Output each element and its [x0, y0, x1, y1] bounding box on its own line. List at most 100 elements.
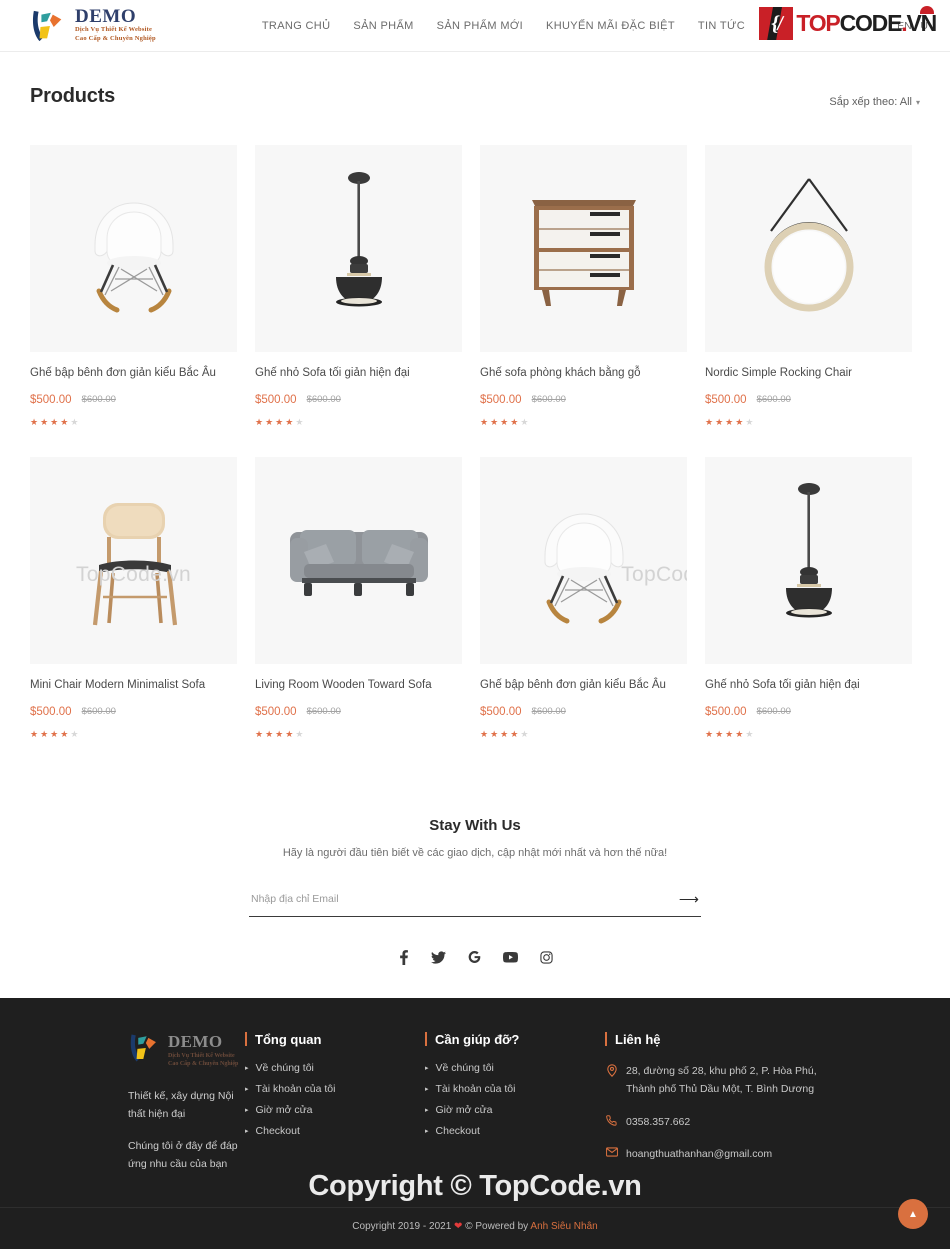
product-old-price: $600.00 — [81, 394, 116, 406]
topcode-word-top: TOP — [796, 10, 840, 36]
product-title[interactable]: Ghế sofa phòng khách bằng gỗ — [480, 366, 687, 381]
topcode-badge-icon: {/ — [759, 7, 794, 40]
product-title[interactable]: Mini Chair Modern Minimalist Sofa — [30, 678, 237, 693]
footer-help-item[interactable]: ▸ Giờ mở cửa — [425, 1104, 605, 1116]
contact-address-text: 28, đường số 28, khu phố 2, P. Hòa Phú, … — [626, 1064, 817, 1096]
facebook-icon[interactable] — [398, 949, 409, 965]
newsletter-subtitle: Hãy là người đầu tiên biết về các giao d… — [282, 846, 668, 859]
contact-phone[interactable]: 0358.357.662 — [605, 1113, 820, 1131]
product-card[interactable]: Living Room Wooden Toward Sofa $500.00 $… — [255, 456, 462, 739]
nav-item-news[interactable]: TIN TỨC — [698, 20, 745, 32]
footer-help-item-label: Checkout — [435, 1124, 480, 1137]
rating-star: ★ — [705, 728, 714, 739]
footer-logo[interactable]: DEMO Dịch Vụ Thiết Kế Website Cao Cấp & … — [128, 1032, 245, 1069]
heart-icon: ❤ — [454, 1221, 463, 1233]
page-title: Products — [30, 85, 116, 107]
nav-item-new-products[interactable]: SẢN PHẨM MỚI — [437, 20, 523, 32]
rating-star: ★ — [705, 416, 714, 427]
nav-item-products[interactable]: SẢN PHẨM — [353, 20, 413, 32]
product-image[interactable] — [480, 145, 687, 352]
product-card[interactable]: Nordic Simple Rocking Chair $500.00 $600… — [705, 145, 912, 427]
copyright-author-link[interactable]: Anh Siêu Nhân — [530, 1221, 597, 1232]
product-price: $500.00 — [30, 393, 72, 406]
product-title[interactable]: Ghế bập bênh đơn giản kiểu Bắc Âu — [30, 366, 237, 381]
product-title[interactable]: Ghế bập bênh đơn giản kiểu Bắc Âu — [480, 678, 687, 693]
product-title[interactable]: Nordic Simple Rocking Chair — [705, 366, 912, 381]
footer-overview-title: Tổng quan — [245, 1032, 425, 1047]
footer-overview-title-text: Tổng quan — [255, 1031, 322, 1047]
footer-overview-item[interactable]: ▸ Về chúng tôi — [245, 1062, 425, 1074]
email-input[interactable] — [249, 888, 677, 909]
footer-overview-item[interactable]: ▸ Checkout — [245, 1125, 425, 1137]
product-card[interactable]: Ghế sofa phòng khách bằng gỗ $500.00 $60… — [480, 145, 687, 427]
sort-dropdown[interactable]: Sắp xếp theo: All ▾ — [829, 96, 920, 108]
product-price-row: $500.00 $600.00 — [255, 706, 462, 718]
product-image[interactable] — [30, 145, 237, 352]
product-price: $500.00 — [255, 393, 297, 406]
product-card[interactable]: TopCode.vn Ghế bập bênh đơn giản kiểu Bắ… — [480, 456, 687, 739]
rating-star: ★ — [715, 728, 724, 739]
location-pin-icon — [605, 1062, 618, 1099]
footer-help-item-label: Về chúng tôi — [435, 1061, 494, 1074]
caret-right-icon: ▸ — [425, 1106, 429, 1114]
product-image[interactable] — [705, 145, 912, 352]
product-title[interactable]: Ghế nhỏ Sofa tối giản hiện đại — [255, 366, 462, 381]
footer-help-item[interactable]: ▸ Checkout — [425, 1125, 605, 1137]
product-title[interactable]: Ghế nhỏ Sofa tối giản hiện đại — [705, 678, 912, 693]
product-price-row: $500.00 $600.00 — [705, 394, 912, 406]
product-old-price: $600.00 — [306, 394, 341, 406]
product-rating: ★ ★ ★ ★ ★ — [705, 416, 912, 427]
product-price: $500.00 — [480, 705, 522, 718]
footer-overview-item[interactable]: ▸ Giờ mở cửa — [245, 1104, 425, 1116]
footer-overview-item[interactable]: ▸ Tài khoản của tôi — [245, 1083, 425, 1095]
product-card[interactable]: Ghế bập bênh đơn giản kiểu Bắc Âu $500.0… — [30, 145, 237, 427]
footer-help-column: Cần giúp đỡ? ▸ Về chúng tôi ▸ Tài khoản c… — [425, 1032, 605, 1178]
contact-email[interactable]: hoangthuathanhan@gmail.com — [605, 1145, 820, 1163]
product-card[interactable]: TopCode.vn Mini Chair Modern Minimalist … — [30, 456, 237, 739]
product-image[interactable] — [255, 145, 462, 352]
footer-brand-column: DEMO Dịch Vụ Thiết Kế Website Cao Cấp & … — [30, 1032, 245, 1178]
nav-item-special-offers[interactable]: KHUYẾN MÃI ĐẶC BIỆT — [546, 20, 675, 32]
product-rating: ★ ★ ★ ★ ★ — [480, 728, 687, 739]
rating-star: ★ — [745, 416, 754, 427]
footer-copyright-bar: Copyright © TopCode.vn Copyright 2019 - … — [0, 1170, 950, 1249]
rating-star: ★ — [30, 416, 39, 427]
product-image[interactable]: TopCode.vn — [30, 456, 237, 664]
rating-star: ★ — [490, 728, 499, 739]
footer-columns: DEMO Dịch Vụ Thiết Kế Website Cao Cấp & … — [0, 1032, 950, 1178]
newsletter-form: ⟶ — [249, 888, 701, 917]
logo-text: DEMO Dịch Vụ Thiết Kế Website Cao Cấp & … — [75, 7, 156, 44]
product-price-row: $500.00 $600.00 — [255, 394, 462, 406]
rating-star: ★ — [735, 416, 744, 427]
youtube-icon[interactable] — [502, 950, 518, 965]
footer-help-item[interactable]: ▸ Về chúng tôi — [425, 1062, 605, 1074]
product-card[interactable]: Ghế nhỏ Sofa tối giản hiện đại $500.00 $… — [705, 456, 912, 739]
main-navigation: TRANG CHỦ SẢN PHẨM SẢN PHẨM MỚI KHUYẾN M… — [232, 20, 745, 32]
product-image[interactable] — [705, 456, 912, 664]
instagram-icon[interactable] — [539, 950, 553, 965]
product-image[interactable]: TopCode.vn — [480, 456, 687, 664]
site-logo[interactable]: DEMO Dịch Vụ Thiết Kế Website Cao Cấp & … — [30, 7, 156, 44]
caret-right-icon: ▸ — [245, 1085, 249, 1093]
footer-logo-mark-icon — [128, 1032, 162, 1069]
nav-item-home[interactable]: TRANG CHỦ — [262, 20, 331, 32]
newsletter-submit-button[interactable]: ⟶ — [677, 892, 701, 906]
language-switcher[interactable]: EN / U — [897, 20, 928, 32]
google-icon[interactable] — [468, 950, 481, 965]
rating-star: ★ — [715, 416, 724, 427]
footer-contact-title-text: Liên hệ — [615, 1031, 661, 1047]
footer-help-title-text: Cần giúp đỡ? — [435, 1031, 520, 1047]
rating-star: ★ — [50, 416, 59, 427]
logo-tagline-line1: Dịch Vụ Thiết Kế Website — [75, 26, 153, 34]
sort-dropdown-label: Sắp xếp theo: All — [829, 96, 912, 108]
twitter-icon[interactable] — [430, 950, 446, 965]
copyright-prefix: Copyright 2019 - 2021 — [352, 1221, 452, 1233]
product-title[interactable]: Living Room Wooden Toward Sofa — [255, 678, 462, 693]
caret-right-icon: ▸ — [425, 1064, 429, 1072]
product-image[interactable] — [255, 456, 462, 664]
caret-right-icon: ▸ — [425, 1085, 429, 1093]
caret-right-icon: ▸ — [425, 1127, 429, 1135]
rating-star: ★ — [265, 728, 274, 739]
product-card[interactable]: Ghế nhỏ Sofa tối giản hiện đại $500.00 $… — [255, 145, 462, 427]
footer-help-item[interactable]: ▸ Tài khoản của tôi — [425, 1083, 605, 1095]
